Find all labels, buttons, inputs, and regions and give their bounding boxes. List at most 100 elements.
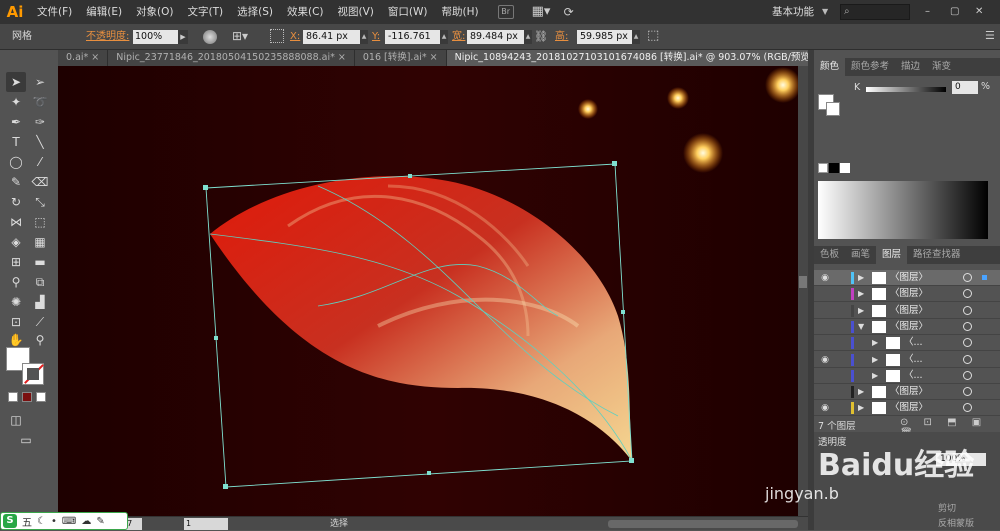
layer-row[interactable]: ▶ 〈图层〉 <box>814 384 1000 401</box>
tab-document-1[interactable]: Nipic_23771846_20180504150235888088.ai* … <box>108 50 355 66</box>
recolor-artwork-icon[interactable] <box>203 30 217 44</box>
menu-object[interactable]: 对象(O) <box>129 0 180 24</box>
invert-mask-checkbox[interactable]: 反相蒙版 <box>938 516 974 529</box>
screen-mode-icon[interactable]: ▭ <box>16 430 36 450</box>
scale-tool-icon[interactable]: ⤡ <box>30 192 50 212</box>
width-stepper[interactable]: ▲ <box>524 30 532 44</box>
target-circle-icon[interactable] <box>963 370 972 380</box>
tab-document-2[interactable]: 016 [转换].ai* × <box>354 50 447 66</box>
ime-logo[interactable]: S <box>3 514 17 528</box>
panel-stroke-swatch[interactable] <box>826 102 840 116</box>
tab-gradient[interactable]: 渐变 <box>926 58 957 76</box>
rotate-tool-icon[interactable]: ↻ <box>6 192 26 212</box>
color-spectrum-ramp[interactable] <box>818 181 988 239</box>
height-stepper[interactable]: ▲ <box>632 30 640 44</box>
tab-color-guide[interactable]: 颜色参考 <box>845 58 895 76</box>
white-swatch[interactable] <box>840 163 850 173</box>
target-circle-icon[interactable] <box>963 403 972 413</box>
target-circle-icon[interactable] <box>963 387 972 397</box>
opacity-dropdown-button[interactable]: ▶ <box>178 30 188 44</box>
x-input[interactable]: 86.41 px <box>303 30 360 44</box>
horizontal-scrollbar[interactable] <box>608 520 798 528</box>
draw-mode-icon[interactable]: ◫ <box>6 410 26 430</box>
tab-stroke[interactable]: 描边 <box>895 58 926 76</box>
chevron-right-icon[interactable]: ▶ <box>858 386 864 398</box>
chevron-right-icon[interactable]: ▶ <box>858 272 864 284</box>
chevron-right-icon[interactable]: ▶ <box>858 288 864 300</box>
curvature-tool-icon[interactable]: ✑ <box>30 112 50 132</box>
shape-builder-tool-icon[interactable]: ◈ <box>6 232 26 252</box>
eyedropper-tool-icon[interactable]: ⚲ <box>6 272 26 292</box>
none-swatch[interactable] <box>818 163 828 173</box>
none-mode-swatch[interactable] <box>36 392 46 402</box>
column-graph-tool-icon[interactable]: ▟ <box>30 292 50 312</box>
reference-point-icon[interactable] <box>270 29 284 43</box>
layer-row[interactable]: ▶ 〈图层〉 <box>814 286 1000 303</box>
vertical-scrollbar[interactable] <box>798 66 808 516</box>
arrange-documents-icon[interactable]: ▦▾ <box>532 5 554 19</box>
width-input[interactable]: 89.484 px <box>467 30 525 44</box>
chevron-down-icon[interactable]: ▼ <box>822 0 828 24</box>
symbol-sprayer-tool-icon[interactable]: ✺ <box>6 292 26 312</box>
chevron-right-icon[interactable]: ▶ <box>858 305 864 317</box>
chevron-down-icon[interactable]: ▼ <box>858 321 864 333</box>
artboard-tool-icon[interactable]: ⊡ <box>6 312 26 332</box>
visibility-eye-icon[interactable]: ◉ <box>819 402 831 414</box>
tab-layers[interactable]: 图层 <box>876 246 908 264</box>
selection-tool-icon[interactable]: ➤ <box>6 72 26 92</box>
tab-swatches[interactable]: 色板 <box>814 246 845 264</box>
k-channel-input[interactable]: 0 <box>952 81 978 94</box>
chevron-right-icon[interactable]: ▶ <box>872 337 878 349</box>
menu-view[interactable]: 视图(V) <box>331 0 381 24</box>
chevron-right-icon[interactable]: ▶ <box>858 402 864 414</box>
k-channel-slider[interactable] <box>866 87 946 92</box>
gradient-mode-swatch[interactable] <box>22 392 32 402</box>
skin-icon[interactable]: ☁ <box>81 516 91 527</box>
target-circle-icon[interactable] <box>963 338 972 348</box>
menu-window[interactable]: 窗口(W) <box>381 0 435 24</box>
visibility-eye-icon[interactable] <box>819 370 831 382</box>
opacity-label[interactable]: 不透明度: <box>86 24 129 50</box>
tab-document-0[interactable]: 0.ai* × <box>58 50 109 66</box>
layer-row[interactable]: ◉ ▶ 〈图层〉 <box>814 400 1000 417</box>
maximize-button[interactable]: ▢ <box>950 0 959 24</box>
visibility-eye-icon[interactable] <box>819 305 831 317</box>
slice-tool-icon[interactable]: ⟋ <box>30 312 50 332</box>
tab-color[interactable]: 颜色 <box>814 58 846 76</box>
clip-checkbox[interactable]: 剪切 <box>938 501 956 514</box>
zoom-tool-icon[interactable]: ⚲ <box>30 330 50 350</box>
gradient-tool-icon[interactable]: ▬ <box>30 252 50 272</box>
artboard-canvas[interactable] <box>58 66 808 516</box>
tab-brushes[interactable]: 画笔 <box>845 246 876 264</box>
layer-row[interactable]: ▶ 〈... <box>814 335 1000 352</box>
free-transform-tool-icon[interactable]: ⬚ <box>30 212 50 232</box>
blend-tool-icon[interactable]: ⧉ <box>30 272 50 292</box>
constrain-proportions-icon[interactable]: ⛓ <box>534 30 548 43</box>
black-swatch[interactable] <box>829 163 839 173</box>
sync-icon[interactable]: ⟳ <box>564 5 574 19</box>
visibility-eye-icon[interactable] <box>819 337 831 349</box>
menu-type[interactable]: 文字(T) <box>181 0 231 24</box>
pen-tool-icon[interactable]: ✒ <box>6 112 26 132</box>
visibility-eye-icon[interactable] <box>819 386 831 398</box>
target-circle-icon[interactable] <box>963 273 972 282</box>
workspace-switcher[interactable]: 基本功能 <box>772 0 814 24</box>
tab-document-active[interactable]: Nipic_10894243_20181027103101674086 [转换]… <box>446 50 823 66</box>
search-input[interactable]: ⌕ <box>840 4 910 20</box>
layer-row[interactable]: ▶ 〈... <box>814 367 1000 384</box>
artboard-navigation-field[interactable]: 1 <box>184 518 228 530</box>
width-tool-icon[interactable]: ⋈ <box>6 212 26 232</box>
menu-effect[interactable]: 效果(C) <box>280 0 331 24</box>
align-icon[interactable]: ⊞▾ <box>232 29 248 43</box>
layer-row[interactable]: ◉ ▶ 〈图层〉 <box>814 270 1000 286</box>
eraser-tool-icon[interactable]: ⌫ <box>30 172 50 192</box>
bridge-icon[interactable]: Br <box>497 5 514 19</box>
layer-row[interactable]: ▶ 〈图层〉 <box>814 302 1000 319</box>
pencil-tool-icon[interactable]: ✎ <box>6 172 26 192</box>
menu-file[interactable]: 文件(F) <box>30 0 79 24</box>
paintbrush-tool-icon[interactable]: ⁄ <box>30 152 50 172</box>
menu-select[interactable]: 选择(S) <box>230 0 280 24</box>
visibility-eye-icon[interactable]: ◉ <box>819 354 831 366</box>
transform-icon[interactable]: ⬚ <box>647 28 659 43</box>
visibility-eye-icon[interactable] <box>819 321 831 333</box>
